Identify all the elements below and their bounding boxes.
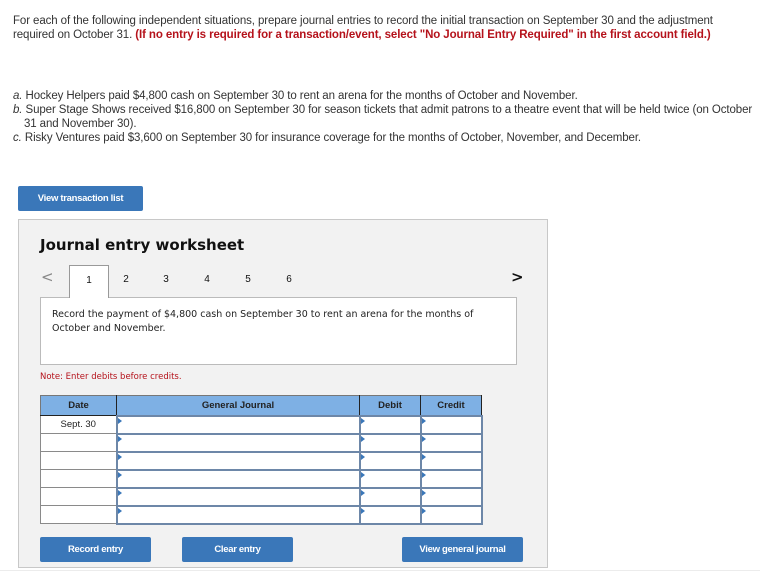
- dropdown-marker-icon: [421, 489, 426, 496]
- date-cell: [40, 487, 117, 506]
- credit-header: Credit: [420, 395, 482, 416]
- entry-note: Note: Enter debits before credits.: [40, 372, 182, 382]
- view-transaction-list-button[interactable]: View transaction list: [18, 186, 143, 211]
- credit-field[interactable]: [419, 450, 483, 471]
- dropdown-marker-icon: [421, 471, 426, 478]
- dropdown-marker-icon: [360, 453, 365, 460]
- dropdown-marker-icon: [360, 471, 365, 478]
- dropdown-marker-icon: [117, 417, 122, 424]
- dropdown-marker-icon: [421, 417, 426, 424]
- credit-field[interactable]: [419, 486, 483, 507]
- journal-table: Date General Journal Debit Credit Sept. …: [40, 395, 483, 525]
- tab-2[interactable]: 2: [106, 265, 146, 297]
- debit-field[interactable]: [358, 450, 422, 471]
- tab-5[interactable]: 5: [228, 265, 268, 297]
- table-row: Sept. 30: [40, 414, 483, 435]
- table-row: [40, 486, 483, 507]
- debit-header: Debit: [359, 395, 421, 416]
- credit-field[interactable]: [419, 414, 483, 435]
- dropdown-marker-icon: [117, 453, 122, 460]
- date-cell: Sept. 30: [40, 415, 117, 434]
- tab-1[interactable]: 1: [69, 265, 109, 298]
- account-field[interactable]: [115, 432, 361, 453]
- journal-header-row: Date General Journal Debit Credit: [40, 395, 482, 416]
- record-entry-button[interactable]: Record entry: [40, 537, 151, 562]
- account-field[interactable]: [115, 414, 361, 435]
- date-cell: [40, 469, 117, 488]
- credit-field[interactable]: [419, 504, 483, 525]
- date-cell: [40, 505, 117, 524]
- table-row: [40, 468, 483, 489]
- dropdown-marker-icon: [117, 471, 122, 478]
- instructions-highlight: (If no entry is required for a transacti…: [135, 29, 711, 41]
- dropdown-marker-icon: [360, 489, 365, 496]
- account-field[interactable]: [115, 486, 361, 507]
- general-journal-header: General Journal: [116, 395, 360, 416]
- tab-3[interactable]: 3: [146, 265, 186, 297]
- chevron-right-icon[interactable]: >: [511, 268, 524, 286]
- table-row: [40, 450, 483, 471]
- debit-field[interactable]: [358, 414, 422, 435]
- date-cell: [40, 451, 117, 470]
- credit-field[interactable]: [419, 432, 483, 453]
- dropdown-marker-icon: [421, 453, 426, 460]
- view-general-journal-button[interactable]: View general journal: [402, 537, 523, 562]
- dropdown-marker-icon: [117, 435, 122, 442]
- situation-item: b. Super Stage Shows received $16,800 on…: [13, 104, 753, 130]
- dropdown-marker-icon: [421, 507, 426, 514]
- dropdown-marker-icon: [117, 489, 122, 496]
- dropdown-marker-icon: [117, 507, 122, 514]
- date-header: Date: [40, 395, 117, 416]
- debit-field[interactable]: [358, 504, 422, 525]
- date-cell: [40, 433, 117, 452]
- debit-field[interactable]: [358, 432, 422, 453]
- situations-list: a. Hockey Helpers paid $4,800 cash on Se…: [13, 89, 753, 145]
- worksheet-title: Journal entry worksheet: [40, 236, 245, 254]
- worksheet-tabs: < 1 2 3 4 5 6 >: [19, 265, 547, 298]
- debit-field[interactable]: [358, 468, 422, 489]
- tab-6[interactable]: 6: [269, 265, 309, 297]
- clear-entry-button[interactable]: Clear entry: [182, 537, 293, 562]
- table-row: [40, 504, 483, 525]
- dropdown-marker-icon: [360, 507, 365, 514]
- credit-field[interactable]: [419, 468, 483, 489]
- account-field[interactable]: [115, 450, 361, 471]
- divider: [0, 570, 760, 571]
- account-field[interactable]: [115, 468, 361, 489]
- transaction-description: Record the payment of $4,800 cash on Sep…: [40, 297, 517, 365]
- situation-item: c. Risky Ventures paid $3,600 on Septemb…: [13, 132, 642, 144]
- dropdown-marker-icon: [421, 435, 426, 442]
- tab-4[interactable]: 4: [187, 265, 227, 297]
- instructions: For each of the following independent si…: [13, 14, 753, 42]
- dropdown-marker-icon: [360, 417, 365, 424]
- situation-item: a. Hockey Helpers paid $4,800 cash on Se…: [13, 90, 578, 102]
- journal-entry-worksheet: Journal entry worksheet < 1 2 3 4 5 6 > …: [18, 219, 548, 568]
- account-field[interactable]: [115, 504, 361, 525]
- chevron-left-icon[interactable]: <: [41, 268, 54, 286]
- debit-field[interactable]: [358, 486, 422, 507]
- table-row: [40, 432, 483, 453]
- dropdown-marker-icon: [360, 435, 365, 442]
